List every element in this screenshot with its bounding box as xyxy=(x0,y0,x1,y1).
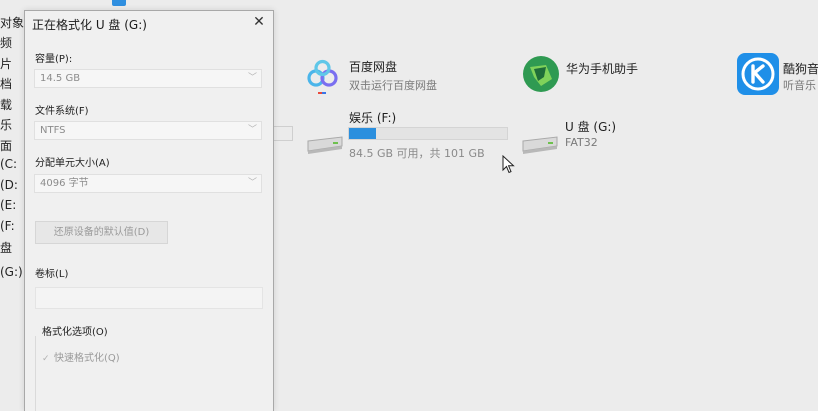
nav-item[interactable]: (C: xyxy=(0,157,17,171)
drive-bar-partial xyxy=(272,126,293,141)
nav-item[interactable]: (G:) xyxy=(0,265,23,279)
nav-item[interactable]: (F: xyxy=(0,219,15,233)
nav-item[interactable]: 片 xyxy=(0,55,12,72)
alloc-select[interactable]: 4096 字节 ﹀ xyxy=(34,174,262,193)
nav-item[interactable]: 乐 xyxy=(0,116,12,133)
drive-info: 84.5 GB 可用，共 101 GB xyxy=(349,147,485,160)
app-name[interactable]: 华为手机助手 xyxy=(566,60,638,77)
check-icon: ✓ xyxy=(42,354,50,364)
nav-item[interactable]: 盘 xyxy=(0,239,12,256)
drive-info: FAT32 xyxy=(565,136,598,149)
app-name[interactable]: 百度网盘 xyxy=(349,58,397,75)
huawei-hisuite-icon[interactable] xyxy=(522,55,560,93)
drive-icon[interactable] xyxy=(305,133,345,155)
nav-item[interactable]: 对象 xyxy=(0,14,24,31)
drive-name[interactable]: 娱乐 (F:) xyxy=(349,109,396,126)
dialog-title: 正在格式化 U 盘 (G:) xyxy=(32,18,147,32)
nav-item[interactable]: (D: xyxy=(0,178,18,192)
quick-format-checkbox[interactable]: ✓ 快速格式化(Q) xyxy=(42,349,120,364)
chevron-down-icon: ﹀ xyxy=(247,178,257,188)
capacity-label: 容量(P): xyxy=(35,54,73,65)
capacity-value: 14.5 GB xyxy=(40,73,81,84)
nav-item[interactable]: (E: xyxy=(0,198,16,212)
alloc-label: 分配单元大小(A) xyxy=(35,158,110,169)
kugou-icon[interactable] xyxy=(737,53,779,95)
top-folder-icon xyxy=(112,0,126,6)
format-dialog: 正在格式化 U 盘 (G:) ✕ 容量(P): 14.5 GB ﹀ 文件系统(F… xyxy=(24,10,274,411)
nav-item[interactable]: 面 xyxy=(0,137,12,154)
cursor-icon xyxy=(502,155,515,174)
restore-defaults-button[interactable]: 还原设备的默认值(D) xyxy=(35,221,168,244)
drive-usage-fill xyxy=(349,128,376,139)
drive-icon[interactable] xyxy=(520,133,560,155)
app-subtitle: 双击运行百度网盘 xyxy=(349,79,437,92)
volume-label: 卷标(L) xyxy=(35,269,69,280)
options-label: 格式化选项(O) xyxy=(42,327,108,338)
volume-input[interactable] xyxy=(35,287,263,309)
app-subtitle: 听音乐 xyxy=(783,79,816,92)
baidu-netdisk-icon[interactable] xyxy=(305,58,341,96)
chevron-down-icon: ﹀ xyxy=(247,73,257,83)
close-icon[interactable]: ✕ xyxy=(251,13,267,31)
nav-item[interactable]: 载 xyxy=(0,96,12,113)
filesystem-select[interactable]: NTFS ﹀ xyxy=(34,121,262,140)
app-name[interactable]: 酷狗音 xyxy=(783,60,818,77)
alloc-value: 4096 字节 xyxy=(40,178,89,189)
capacity-select[interactable]: 14.5 GB ﹀ xyxy=(34,69,262,88)
drive-name[interactable]: U 盘 (G:) xyxy=(565,118,616,135)
filesystem-label: 文件系统(F) xyxy=(35,106,89,117)
quick-format-label: 快速格式化(Q) xyxy=(54,353,120,364)
drive-usage-bar xyxy=(348,127,508,140)
chevron-down-icon: ﹀ xyxy=(247,125,257,135)
filesystem-value: NTFS xyxy=(40,125,66,136)
nav-item[interactable]: 频 xyxy=(0,34,12,51)
nav-item[interactable]: 档 xyxy=(0,75,12,92)
